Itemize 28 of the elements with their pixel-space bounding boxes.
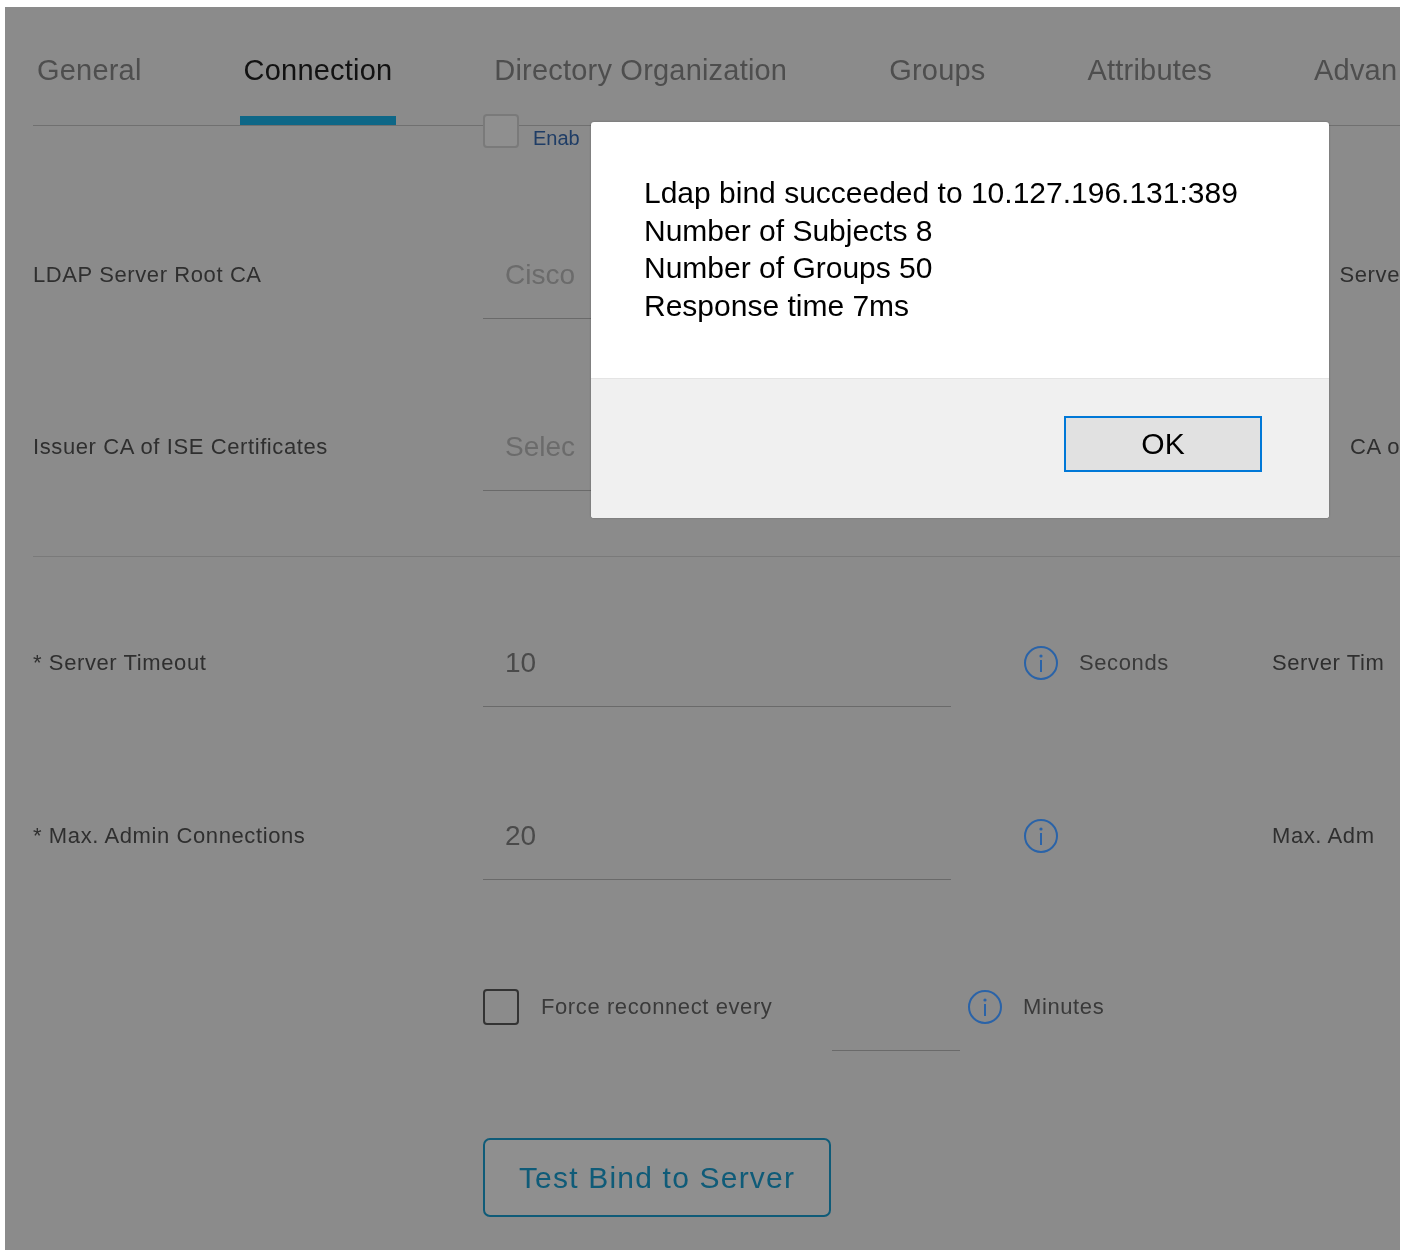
dialog-message: Number of Subjects 8 bbox=[644, 212, 934, 249]
unit-label: Minutes bbox=[1023, 994, 1105, 1019]
tab[interactable]: Advan bbox=[1310, 50, 1400, 125]
number-field[interactable]: 10 bbox=[483, 641, 951, 707]
field-label: Issuer CA of ISE Certificates bbox=[32, 433, 329, 461]
checkbox-label: Force reconnect every bbox=[541, 993, 774, 1021]
dialog-message: Ldap bind succeeded to 10.127.196.131:389 bbox=[644, 175, 1239, 211]
dialog-message: Response time 7ms bbox=[644, 287, 911, 324]
ok-button[interactable]: OK bbox=[1064, 416, 1262, 472]
help-text: Max. Adm bbox=[1272, 822, 1376, 850]
unit-label: Seconds bbox=[1079, 650, 1169, 675]
checkbox[interactable] bbox=[483, 114, 519, 148]
help-text: Server Tim bbox=[1272, 649, 1386, 677]
info-icon[interactable] bbox=[1023, 645, 1059, 681]
field-label: * Server Timeout bbox=[32, 649, 208, 677]
checkbox[interactable] bbox=[483, 989, 519, 1025]
dialog-message: Number of Groups 50 bbox=[644, 250, 934, 286]
info-icon[interactable] bbox=[1023, 818, 1059, 854]
tab[interactable]: Connection bbox=[239, 50, 397, 125]
field-label: LDAP Server Root CA bbox=[32, 261, 263, 289]
help-text: Serve bbox=[1338, 261, 1400, 289]
number-field[interactable]: 20 bbox=[483, 814, 951, 880]
help-text: CA o bbox=[1348, 433, 1400, 461]
checkbox-label: Enab bbox=[533, 126, 580, 150]
field-label: * Max. Admin Connections bbox=[32, 822, 307, 850]
test-bind-button[interactable]: Test Bind to Server bbox=[483, 1138, 831, 1217]
tab[interactable]: General bbox=[33, 50, 146, 125]
info-icon[interactable] bbox=[967, 989, 1003, 1025]
